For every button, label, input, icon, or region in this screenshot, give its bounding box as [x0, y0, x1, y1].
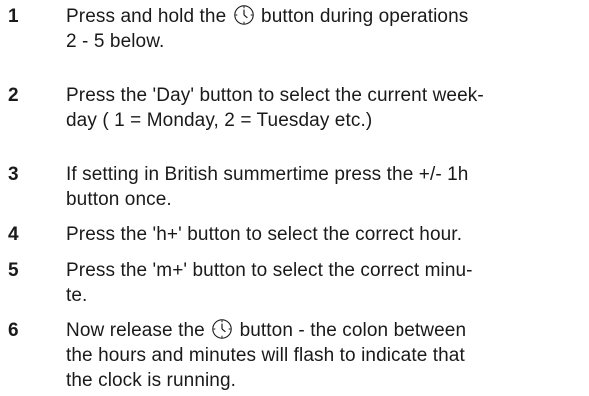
step-number: 4: [8, 224, 19, 245]
step-text: Press and hold the button during operati…: [66, 4, 586, 54]
step-line-text: Press and hold the: [66, 6, 227, 27]
step-text: Press the 'Day' button to select the cur…: [66, 83, 586, 133]
step-line: the hours and minutes will flash to indi…: [66, 345, 465, 366]
step-text: Now release the button - the colon betwe…: [66, 318, 586, 393]
step-text: Press the 'm+' button to select the corr…: [66, 258, 586, 308]
step-line: If setting in British summertime press t…: [66, 164, 469, 185]
step-line: te.: [66, 285, 88, 306]
step-line: 2 - 5 below.: [66, 31, 165, 52]
step-number: 2: [8, 85, 19, 106]
step-line: Press and hold the button during operati…: [66, 4, 586, 29]
step-line-text: button during operations: [261, 6, 469, 27]
step-line-text: button - the colon between: [239, 320, 467, 341]
step-line: the clock is running.: [66, 370, 237, 391]
clock-icon: [211, 318, 233, 340]
step-number: 6: [8, 320, 19, 341]
step-line: Now release the button - the colon betwe…: [66, 318, 586, 343]
step-text: Press the 'h+' button to select the corr…: [66, 222, 586, 247]
step-line-text: Now release the: [66, 320, 205, 341]
step-number: 1: [8, 6, 19, 27]
step-line: day ( 1 = Monday, 2 = Tuesday etc.): [66, 110, 373, 131]
step-line: Press the 'm+' button to select the corr…: [66, 260, 473, 281]
instruction-steps: 1 Press and hold the button during opera…: [0, 0, 589, 396]
step-number: 5: [8, 260, 19, 281]
step-number: 3: [8, 164, 19, 185]
step-text: If setting in British summertime press t…: [66, 162, 586, 212]
step-line: button once.: [66, 189, 172, 210]
step-line: Press the 'Day' button to select the cur…: [66, 85, 484, 106]
clock-icon: [233, 4, 255, 26]
step-line: Press the 'h+' button to select the corr…: [66, 224, 463, 245]
